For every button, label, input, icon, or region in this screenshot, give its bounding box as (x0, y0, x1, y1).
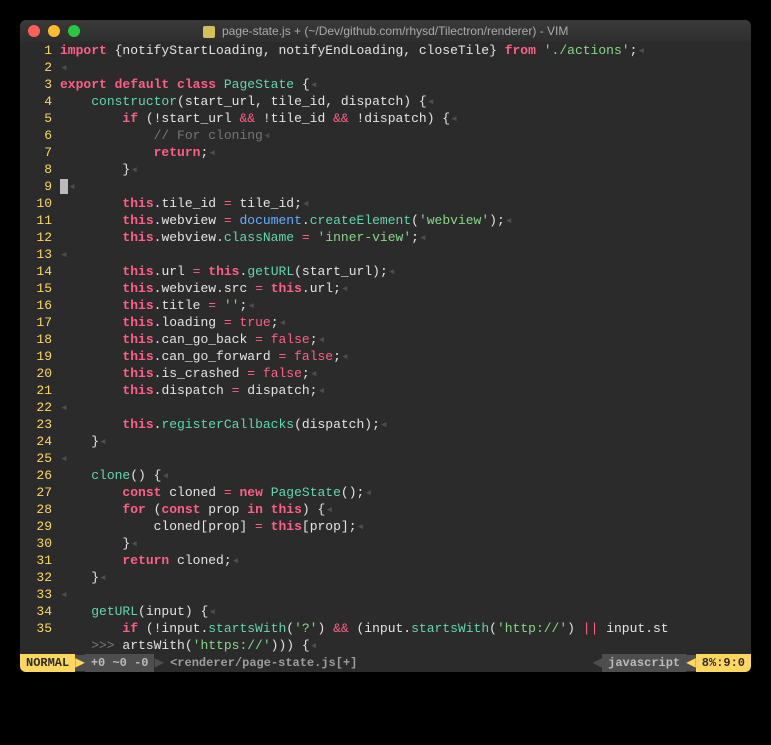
code-line: const cloned = new PageState();◂ (60, 484, 751, 501)
filetype: javascript (602, 654, 686, 672)
line-number: 33 (20, 586, 52, 603)
code-line: this.registerCallbacks(dispatch);◂ (60, 416, 751, 433)
line-number: 15 (20, 280, 52, 297)
code-line: this.can_go_back = false;◂ (60, 331, 751, 348)
line-number: 26 (20, 467, 52, 484)
line-number: 29 (20, 518, 52, 535)
separator-icon: ◀ (686, 655, 696, 671)
line-number: 22 (20, 399, 52, 416)
code-line: this.can_go_forward = false;◂ (60, 348, 751, 365)
maximize-icon[interactable] (68, 25, 80, 37)
editor[interactable]: 1234567891011121314151617181920212223242… (20, 42, 751, 654)
code-line: ◂ (60, 246, 751, 263)
line-number: 18 (20, 331, 52, 348)
code-line: this.tile_id = tile_id;◂ (60, 195, 751, 212)
line-number: 19 (20, 348, 52, 365)
code-line: }◂ (60, 535, 751, 552)
vim-mode: NORMAL (20, 654, 75, 672)
line-number: 14 (20, 263, 52, 280)
code-line: this.webview.className = 'inner-view';◂ (60, 229, 751, 246)
line-number: 7 (20, 144, 52, 161)
line-number: 31 (20, 552, 52, 569)
code-line: getURL(input) {◂ (60, 603, 751, 620)
code-line: if (!input.startsWith('?') && (input.sta… (60, 620, 751, 637)
code-line: return cloned;◂ (60, 552, 751, 569)
line-number: 17 (20, 314, 52, 331)
line-number: 25 (20, 450, 52, 467)
line-number: 20 (20, 365, 52, 382)
code-line: this.is_crashed = false;◂ (60, 365, 751, 382)
code-line: this.dispatch = dispatch;◂ (60, 382, 751, 399)
git-status: +0 ~0 -0 (85, 654, 155, 672)
code-line: if (!start_url && !tile_id && !dispatch)… (60, 110, 751, 127)
code-line: this.webview.src = this.url;◂ (60, 280, 751, 297)
code-line: ◂ (60, 399, 751, 416)
line-number: 9 (20, 178, 52, 195)
line-number: 5 (20, 110, 52, 127)
separator-icon: ◀ (592, 655, 602, 671)
line-number: 4 (20, 93, 52, 110)
code-line: ◂ (60, 586, 751, 603)
line-number: 34 (20, 603, 52, 620)
line-number: 24 (20, 433, 52, 450)
cursor (60, 179, 68, 194)
code-line: }◂ (60, 161, 751, 178)
minimize-icon[interactable] (48, 25, 60, 37)
line-number: 10 (20, 195, 52, 212)
line-number: 6 (20, 127, 52, 144)
percent: 8% (702, 656, 716, 670)
line-number: 8 (20, 161, 52, 178)
line-number: 11 (20, 212, 52, 229)
line-number: 12 (20, 229, 52, 246)
code-line: this.url = this.getURL(start_url);◂ (60, 263, 751, 280)
statusline: NORMAL ▶ +0 ~0 -0 ▶ <renderer/page-state… (20, 654, 751, 672)
code-line: this.loading = true;◂ (60, 314, 751, 331)
line-number: 21 (20, 382, 52, 399)
code-line: import {notifyStartLoading, notifyEndLoa… (60, 42, 751, 59)
close-icon[interactable] (28, 25, 40, 37)
window-title: page-state.js + (~/Dev/github.com/rhysd/… (20, 24, 751, 38)
line-number-gutter: 1234567891011121314151617181920212223242… (20, 42, 60, 654)
line-number: 13 (20, 246, 52, 263)
code-line: this.webview = document.createElement('w… (60, 212, 751, 229)
line-number: 27 (20, 484, 52, 501)
line-number: 35 (20, 620, 52, 637)
code-line: return;◂ (60, 144, 751, 161)
code-area[interactable]: import {notifyStartLoading, notifyEndLoa… (60, 42, 751, 654)
code-line: ◂ (60, 59, 751, 76)
code-line: >>> artsWith('https://'))) {◂ (60, 637, 751, 654)
line-number: 32 (20, 569, 52, 586)
line-no: 9 (723, 656, 730, 670)
code-line: cloned[prop] = this[prop];◂ (60, 518, 751, 535)
line-number: 30 (20, 535, 52, 552)
separator-icon: ▶ (154, 655, 164, 671)
code-line: }◂ (60, 433, 751, 450)
line-number: 3 (20, 76, 52, 93)
col-no: 0 (738, 656, 745, 670)
file-icon (203, 26, 215, 38)
code-line: ◂ (60, 178, 751, 195)
line-number: 2 (20, 59, 52, 76)
traffic-lights (28, 25, 80, 37)
position-info: 8% : 9: 0 (696, 654, 751, 672)
line-number: 16 (20, 297, 52, 314)
code-line: export default class PageState {◂ (60, 76, 751, 93)
code-line: ◂ (60, 450, 751, 467)
terminal-window: page-state.js + (~/Dev/github.com/rhysd/… (20, 20, 751, 672)
file-path: <renderer/page-state.js[+] (164, 654, 592, 672)
line-number: 1 (20, 42, 52, 59)
titlebar[interactable]: page-state.js + (~/Dev/github.com/rhysd/… (20, 20, 751, 42)
code-line: this.title = '';◂ (60, 297, 751, 314)
separator-icon: ▶ (75, 655, 85, 671)
title-text: page-state.js + (~/Dev/github.com/rhysd/… (222, 24, 568, 38)
line-number: 28 (20, 501, 52, 518)
code-line: for (const prop in this) {◂ (60, 501, 751, 518)
code-line: // For cloning◂ (60, 127, 751, 144)
code-line: constructor(start_url, tile_id, dispatch… (60, 93, 751, 110)
code-line: }◂ (60, 569, 751, 586)
line-number: 23 (20, 416, 52, 433)
code-line: clone() {◂ (60, 467, 751, 484)
